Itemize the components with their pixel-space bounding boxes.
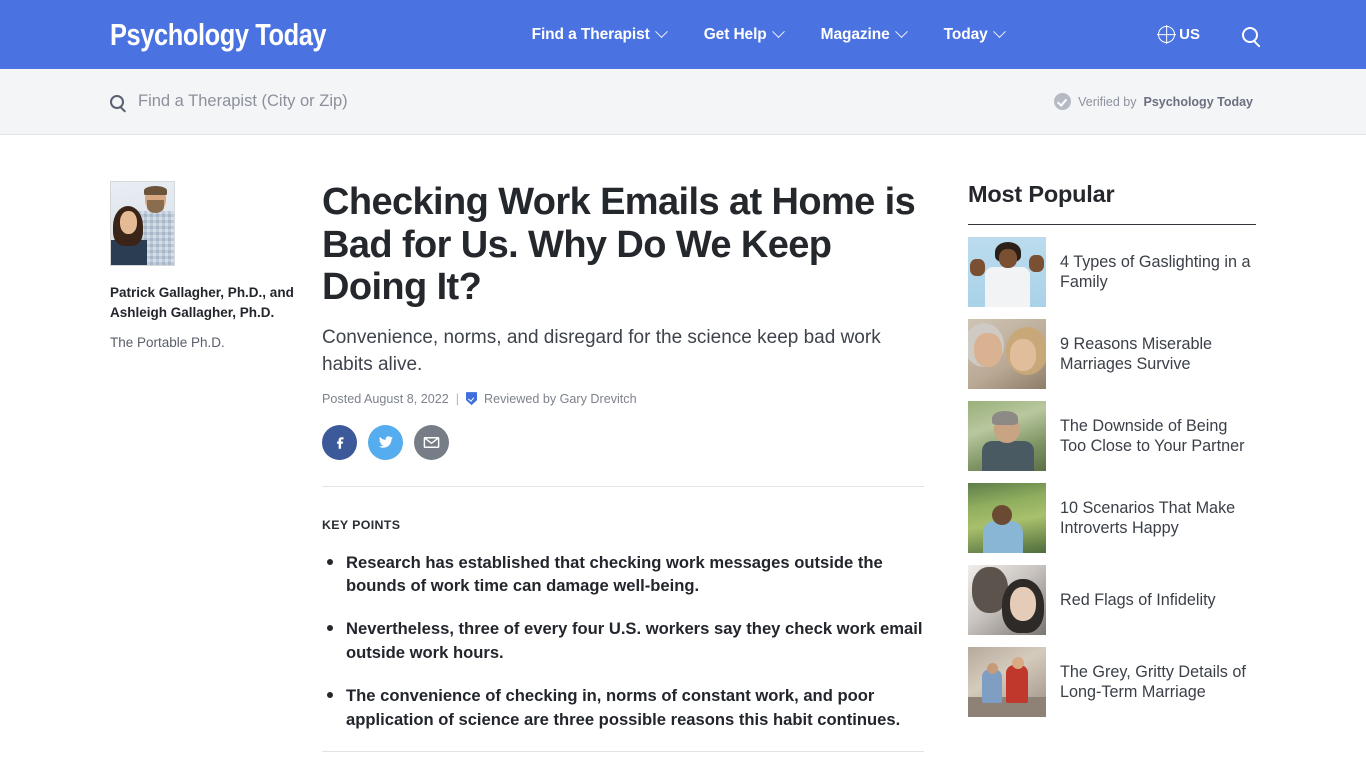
thumbnail-image bbox=[968, 483, 1046, 553]
list-item-title: The Downside of Being Too Close to Your … bbox=[1060, 416, 1245, 455]
envelope-icon bbox=[423, 436, 440, 448]
globe-icon bbox=[1158, 26, 1176, 43]
verified-brand: Psychology Today bbox=[1143, 94, 1253, 109]
divider bbox=[968, 224, 1256, 225]
nav-item-magazine[interactable]: Magazine bbox=[820, 25, 908, 44]
primary-nav: Find a Therapist Get Help Magazine Today bbox=[531, 25, 1006, 44]
list-item: Nevertheless, three of every four U.S. w… bbox=[322, 617, 924, 664]
check-circle-icon bbox=[1054, 93, 1072, 110]
nav-label: Get Help bbox=[703, 25, 767, 43]
thumbnail-image bbox=[968, 565, 1046, 635]
author-column: Patrick Gallagher, Ph.D., and Ashleigh G… bbox=[110, 181, 317, 768]
list-item-title: 4 Types of Gaslighting in a Family bbox=[1060, 252, 1251, 291]
search-input[interactable] bbox=[138, 92, 558, 111]
nav-label: Today bbox=[943, 25, 988, 43]
author-avatar[interactable] bbox=[110, 181, 175, 266]
list-item[interactable]: The Grey, Gritty Details of Long-Term Ma… bbox=[968, 647, 1256, 717]
list-item-title: The Grey, Gritty Details of Long-Term Ma… bbox=[1060, 662, 1246, 701]
list-item-title: 9 Reasons Miserable Marriages Survive bbox=[1060, 334, 1213, 373]
divider bbox=[322, 485, 924, 487]
facebook-share-button[interactable] bbox=[322, 424, 357, 460]
share-buttons bbox=[322, 424, 924, 460]
reviewed-by: Reviewed by Gary Drevitch bbox=[484, 391, 637, 406]
chevron-down-icon bbox=[654, 25, 668, 39]
author-name[interactable]: Patrick Gallagher, Ph.D., and Ashleigh G… bbox=[110, 283, 317, 322]
page-content: Patrick Gallagher, Ph.D., and Ashleigh G… bbox=[0, 135, 1366, 768]
most-popular-sidebar: Most Popular 4 Types of Gaslighting in a… bbox=[924, 181, 1256, 768]
list-item: Research has established that checking w… bbox=[322, 551, 924, 598]
chevron-down-icon bbox=[771, 25, 785, 39]
locale-label: US bbox=[1179, 26, 1200, 43]
shield-check-icon bbox=[466, 392, 478, 406]
list-item[interactable]: 4 Types of Gaslighting in a Family bbox=[968, 237, 1256, 307]
thumbnail-image bbox=[968, 647, 1046, 717]
list-item-title: Red Flags of Infidelity bbox=[1060, 590, 1216, 609]
verified-prefix: Verified by bbox=[1078, 94, 1137, 109]
therapist-search-bar: Verified by Psychology Today bbox=[0, 69, 1366, 135]
chevron-down-icon bbox=[992, 25, 1006, 39]
nav-label: Find a Therapist bbox=[531, 25, 650, 43]
article-column: Checking Work Emails at Home is Bad for … bbox=[317, 181, 924, 768]
byline-separator: | bbox=[455, 391, 460, 406]
nav-utilities: US bbox=[1158, 26, 1258, 43]
twitter-icon bbox=[378, 436, 393, 448]
chevron-down-icon bbox=[894, 25, 908, 39]
site-logo[interactable]: Psychology Today bbox=[110, 19, 327, 50]
search-field-group bbox=[110, 92, 558, 111]
search-icon[interactable] bbox=[1242, 26, 1258, 43]
author-blog-name[interactable]: The Portable Ph.D. bbox=[110, 335, 317, 350]
article-byline: Posted August 8, 2022 | Reviewed by Gary… bbox=[322, 392, 924, 406]
nav-item-get-help[interactable]: Get Help bbox=[703, 25, 785, 44]
nav-item-find-a-therapist[interactable]: Find a Therapist bbox=[531, 25, 668, 44]
nav-label: Magazine bbox=[820, 25, 890, 43]
facebook-icon bbox=[336, 437, 344, 449]
locale-selector[interactable]: US bbox=[1158, 26, 1200, 43]
divider bbox=[322, 750, 924, 752]
list-item[interactable]: The Downside of Being Too Close to Your … bbox=[968, 401, 1256, 471]
most-popular-heading: Most Popular bbox=[968, 181, 1115, 207]
page-title: Checking Work Emails at Home is Bad for … bbox=[322, 181, 916, 309]
key-points-list: Research has established that checking w… bbox=[322, 551, 924, 731]
posted-date: Posted August 8, 2022 bbox=[322, 391, 449, 406]
verified-badge: Verified by Psychology Today bbox=[1054, 93, 1253, 110]
twitter-share-button[interactable] bbox=[368, 424, 403, 460]
email-share-button[interactable] bbox=[414, 424, 449, 460]
list-item: The convenience of checking in, norms of… bbox=[322, 684, 924, 731]
list-item[interactable]: 9 Reasons Miserable Marriages Survive bbox=[968, 319, 1256, 389]
thumbnail-image bbox=[968, 237, 1046, 307]
list-item[interactable]: Red Flags of Infidelity bbox=[968, 565, 1256, 635]
list-item-title: 10 Scenarios That Make Introverts Happy bbox=[1060, 498, 1236, 537]
thumbnail-image bbox=[968, 319, 1046, 389]
top-navigation-bar: Psychology Today Find a Therapist Get He… bbox=[0, 0, 1366, 69]
article-subtitle: Convenience, norms, and disregard for th… bbox=[322, 326, 881, 375]
list-item[interactable]: 10 Scenarios That Make Introverts Happy bbox=[968, 483, 1256, 553]
avatar-figure-woman bbox=[111, 206, 147, 265]
key-points-label: KEY POINTS bbox=[322, 517, 401, 532]
search-icon bbox=[110, 94, 124, 109]
thumbnail-image bbox=[968, 401, 1046, 471]
nav-item-today[interactable]: Today bbox=[943, 25, 1006, 44]
